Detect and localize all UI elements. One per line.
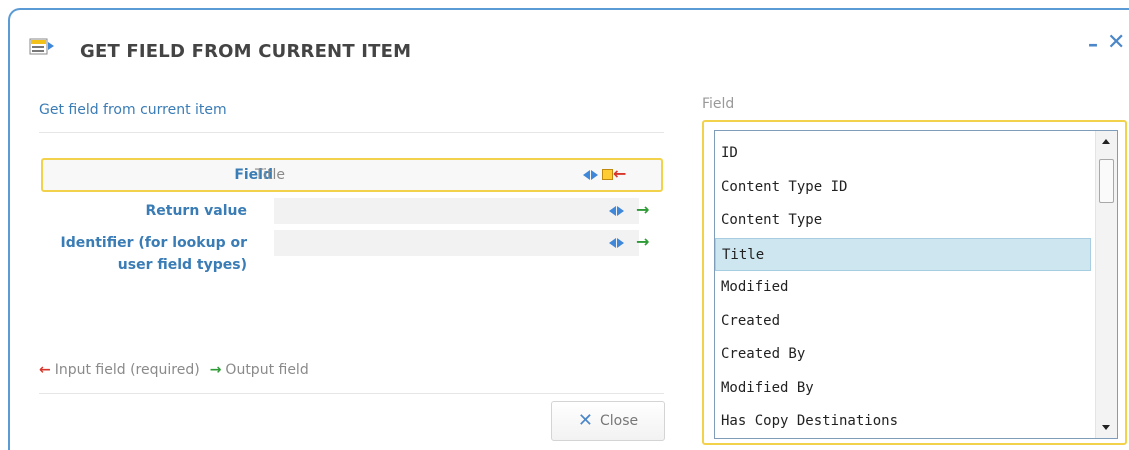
minimize-icon[interactable]: –	[1088, 32, 1098, 56]
dialog-title: GET FIELD FROM CURRENT ITEM	[80, 41, 412, 62]
legend-input-label: Input field (required)	[54, 362, 200, 378]
scroll-up-icon[interactable]	[1102, 139, 1110, 144]
list-item[interactable]: Modified By	[715, 372, 1093, 406]
identifier-label-line2: user field types)	[117, 257, 247, 273]
close-button[interactable]: ✕ Close	[551, 401, 665, 441]
legend-output-label: Output field	[225, 362, 309, 378]
form-row-return-value: Return value →	[39, 198, 664, 226]
divider	[39, 132, 664, 133]
list-item[interactable]: Content Type ID	[715, 171, 1093, 205]
field-list: ID Content Type ID Content Type Title Modifi…	[715, 137, 1093, 438]
return-value-input[interactable]	[274, 198, 639, 224]
list-item[interactable]: Content Type	[715, 204, 1093, 238]
output-arrow-icon: →	[636, 200, 650, 219]
scrollbar-thumb[interactable]	[1099, 159, 1114, 203]
dialog: GET FIELD FROM CURRENT ITEM – ✕ Get fiel…	[8, 8, 1129, 450]
input-arrow-icon: ←	[39, 362, 51, 378]
close-window-icon[interactable]: ✕	[1107, 30, 1125, 55]
legend: ← Input field (required) → Output field	[39, 362, 309, 378]
list-item[interactable]: Created	[715, 305, 1093, 339]
identifier-label-line1: Identifier (for lookup or	[60, 235, 247, 251]
field-panel: ID Content Type ID Content Type Title Modifi…	[702, 120, 1127, 445]
lookup-arrows-icon[interactable]	[609, 206, 624, 216]
list-item[interactable]: Title	[715, 237, 1091, 271]
list-item[interactable]: ID	[715, 137, 1093, 171]
divider	[39, 393, 664, 394]
form-row-field: Field Title ←	[41, 158, 663, 192]
list-item[interactable]: Modified	[715, 271, 1093, 305]
workflow-action-icon	[29, 38, 54, 55]
return-value-label: Return value	[145, 203, 247, 219]
output-arrow-icon: →	[209, 362, 222, 378]
field-input[interactable]: Title	[250, 162, 580, 188]
scrollbar[interactable]	[1095, 131, 1117, 438]
field-panel-heading: Field	[702, 96, 735, 112]
close-icon: ✕	[577, 410, 593, 431]
scroll-down-icon[interactable]	[1102, 425, 1110, 430]
list-item[interactable]: Has Copy Destinations	[715, 405, 1093, 438]
section-title: Get field from current item	[39, 102, 227, 118]
close-button-label: Close	[599, 413, 639, 429]
lookup-arrows-icon[interactable]	[609, 238, 624, 248]
input-arrow-icon: ←	[613, 164, 627, 183]
lookup-arrows-icon[interactable]	[583, 169, 598, 180]
identifier-input[interactable]	[274, 230, 639, 256]
form-row-identifier: Identifier (for lookup or user field typ…	[39, 230, 664, 290]
list-item[interactable]: Created By	[715, 338, 1093, 372]
yellow-square-icon[interactable]	[602, 169, 613, 180]
output-arrow-icon: →	[636, 232, 650, 251]
field-listbox[interactable]: ID Content Type ID Content Type Title Modifi…	[714, 130, 1118, 439]
identifier-label: Identifier (for lookup or user field typ…	[61, 232, 247, 276]
